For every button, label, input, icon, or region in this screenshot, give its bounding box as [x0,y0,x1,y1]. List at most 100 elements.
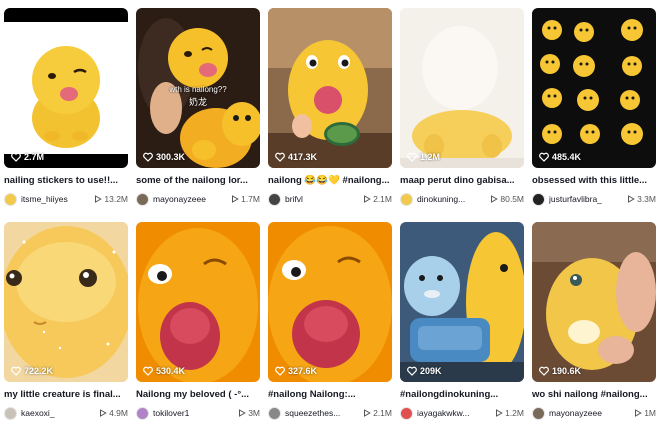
video-title[interactable]: some of the nailong lor... [136,175,260,186]
video-thumbnail[interactable]: 190.6K [532,222,656,382]
heart-icon [407,152,417,162]
username[interactable]: mayonayzeee [549,408,634,418]
video-title[interactable]: obsessed with this little... [532,175,656,186]
play-count: 80.5M [490,194,524,204]
video-card[interactable]: 209K #nailongdinokuning... iayagakwkw...… [400,222,524,420]
video-title[interactable]: maap perut dino gabisa... [400,175,524,186]
likes-count: 300.3K [143,152,185,162]
thumbnail-image [400,8,524,168]
video-thumbnail[interactable]: 530.4K [136,222,260,382]
avatar[interactable] [4,406,17,420]
video-meta: tokilover1 3M [136,406,260,420]
video-card[interactable]: 2.7M nailing stickers to use!!... itsme_… [4,8,128,206]
likes-count: 190.6K [539,366,581,376]
likes-count: 530.4K [143,366,185,376]
avatar[interactable] [136,406,149,420]
avatar[interactable] [400,192,413,206]
video-card[interactable]: 417.3K nailong 😂😂💛 #nailong... brifvl 2.… [268,8,392,206]
avatar[interactable] [136,192,149,206]
video-card[interactable]: 1.2M maap perut dino gabisa... dinokunin… [400,8,524,206]
likes-count: 722.2K [11,366,53,376]
video-thumbnail[interactable]: 327.6K [268,222,392,382]
video-thumbnail[interactable]: 2.7M [4,8,128,168]
thumbnail-image [268,222,392,382]
video-row: 722.2K my little creature is final... ka… [4,222,656,432]
thumbnail-image [400,222,524,382]
avatar[interactable] [532,406,545,420]
video-title[interactable]: nailing stickers to use!!... [4,175,128,186]
likes-count: 2.7M [11,152,44,162]
username[interactable]: tokilover1 [153,408,238,418]
heart-icon [275,152,285,162]
username[interactable]: brifvl [285,194,363,204]
play-count: 2.1M [363,194,392,204]
play-icon [232,195,239,203]
video-title[interactable]: Nailong my beloved ( -°... [136,389,260,400]
video-meta: itsme_hiiyes 13.2M [4,192,128,206]
play-icon [239,409,247,417]
video-title[interactable]: wo shi nailong #nailong... [532,389,656,400]
video-meta: dinokuning... 80.5M [400,192,524,206]
video-meta: brifvl 2.1M [268,192,392,206]
avatar[interactable] [268,406,281,420]
username[interactable]: dinokuning... [417,194,490,204]
video-title[interactable]: #nailongdinokuning... [400,389,524,400]
likes-count: 417.3K [275,152,317,162]
thumbnail-image [268,8,392,168]
video-card[interactable]: 485.4K obsessed with this little... just… [532,8,656,206]
video-title[interactable]: my little creature is final... [4,389,128,400]
heart-icon [539,366,549,376]
heart-icon [143,152,153,162]
thumbnail-image [532,222,656,382]
thumbnail-image [4,222,128,382]
play-icon [100,409,107,417]
username[interactable]: justurfavlibra_ [549,194,627,204]
thumbnail-image [136,222,260,382]
username[interactable]: mayonayzeee [153,194,231,204]
video-card[interactable]: 722.2K my little creature is final... ka… [4,222,128,420]
heart-icon [11,366,21,376]
video-card[interactable]: wth is nailong?? 奶龙 300.3K some of the n… [136,8,260,206]
video-caption-overlay: wth is nailong?? 奶龙 [169,85,227,107]
heart-icon [407,366,417,376]
likes-count: 1.2M [407,152,440,162]
username[interactable]: itsme_hiiyes [21,194,94,204]
video-meta: kaexoxi_ 4.9M [4,406,128,420]
likes-count: 485.4K [539,152,581,162]
play-count: 2.1M [363,408,392,418]
video-title[interactable]: #nailong Nailong:... [268,389,392,400]
video-card[interactable]: 190.6K wo shi nailong #nailong... mayona… [532,222,656,420]
username[interactable]: iayagakwkw... [417,408,495,418]
heart-icon [539,152,549,162]
video-thumbnail[interactable]: 417.3K [268,8,392,168]
avatar[interactable] [532,192,545,206]
username[interactable]: kaexoxi_ [21,408,99,418]
video-title[interactable]: nailong 😂😂💛 #nailong... [268,175,392,186]
likes-count: 209K [407,366,442,376]
video-card[interactable]: 530.4K Nailong my beloved ( -°... tokilo… [136,222,260,420]
username[interactable]: squeezethes... [285,408,363,418]
video-thumbnail[interactable]: 1.2M [400,8,524,168]
video-meta: mayonayzeee 1M [532,406,656,420]
video-thumbnail[interactable]: 209K [400,222,524,382]
play-count: 4.9M [99,408,128,418]
video-card[interactable]: 327.6K #nailong Nailong:... squeezethes.… [268,222,392,420]
play-count: 3.3M [627,194,656,204]
video-thumbnail[interactable]: 722.2K [4,222,128,382]
play-icon [364,409,371,417]
play-count: 1.2M [495,408,524,418]
play-icon [628,195,635,203]
video-meta: squeezethes... 2.1M [268,406,392,420]
video-thumbnail[interactable]: 485.4K [532,8,656,168]
avatar[interactable] [268,192,281,206]
play-icon [95,195,103,203]
play-icon [635,409,643,417]
play-count: 1.7M [231,194,260,204]
thumbnail-image [532,8,656,168]
play-icon [496,409,503,417]
avatar[interactable] [4,192,17,206]
play-icon [491,195,499,203]
video-thumbnail[interactable]: wth is nailong?? 奶龙 300.3K [136,8,260,168]
heart-icon [11,152,21,162]
avatar[interactable] [400,406,413,420]
